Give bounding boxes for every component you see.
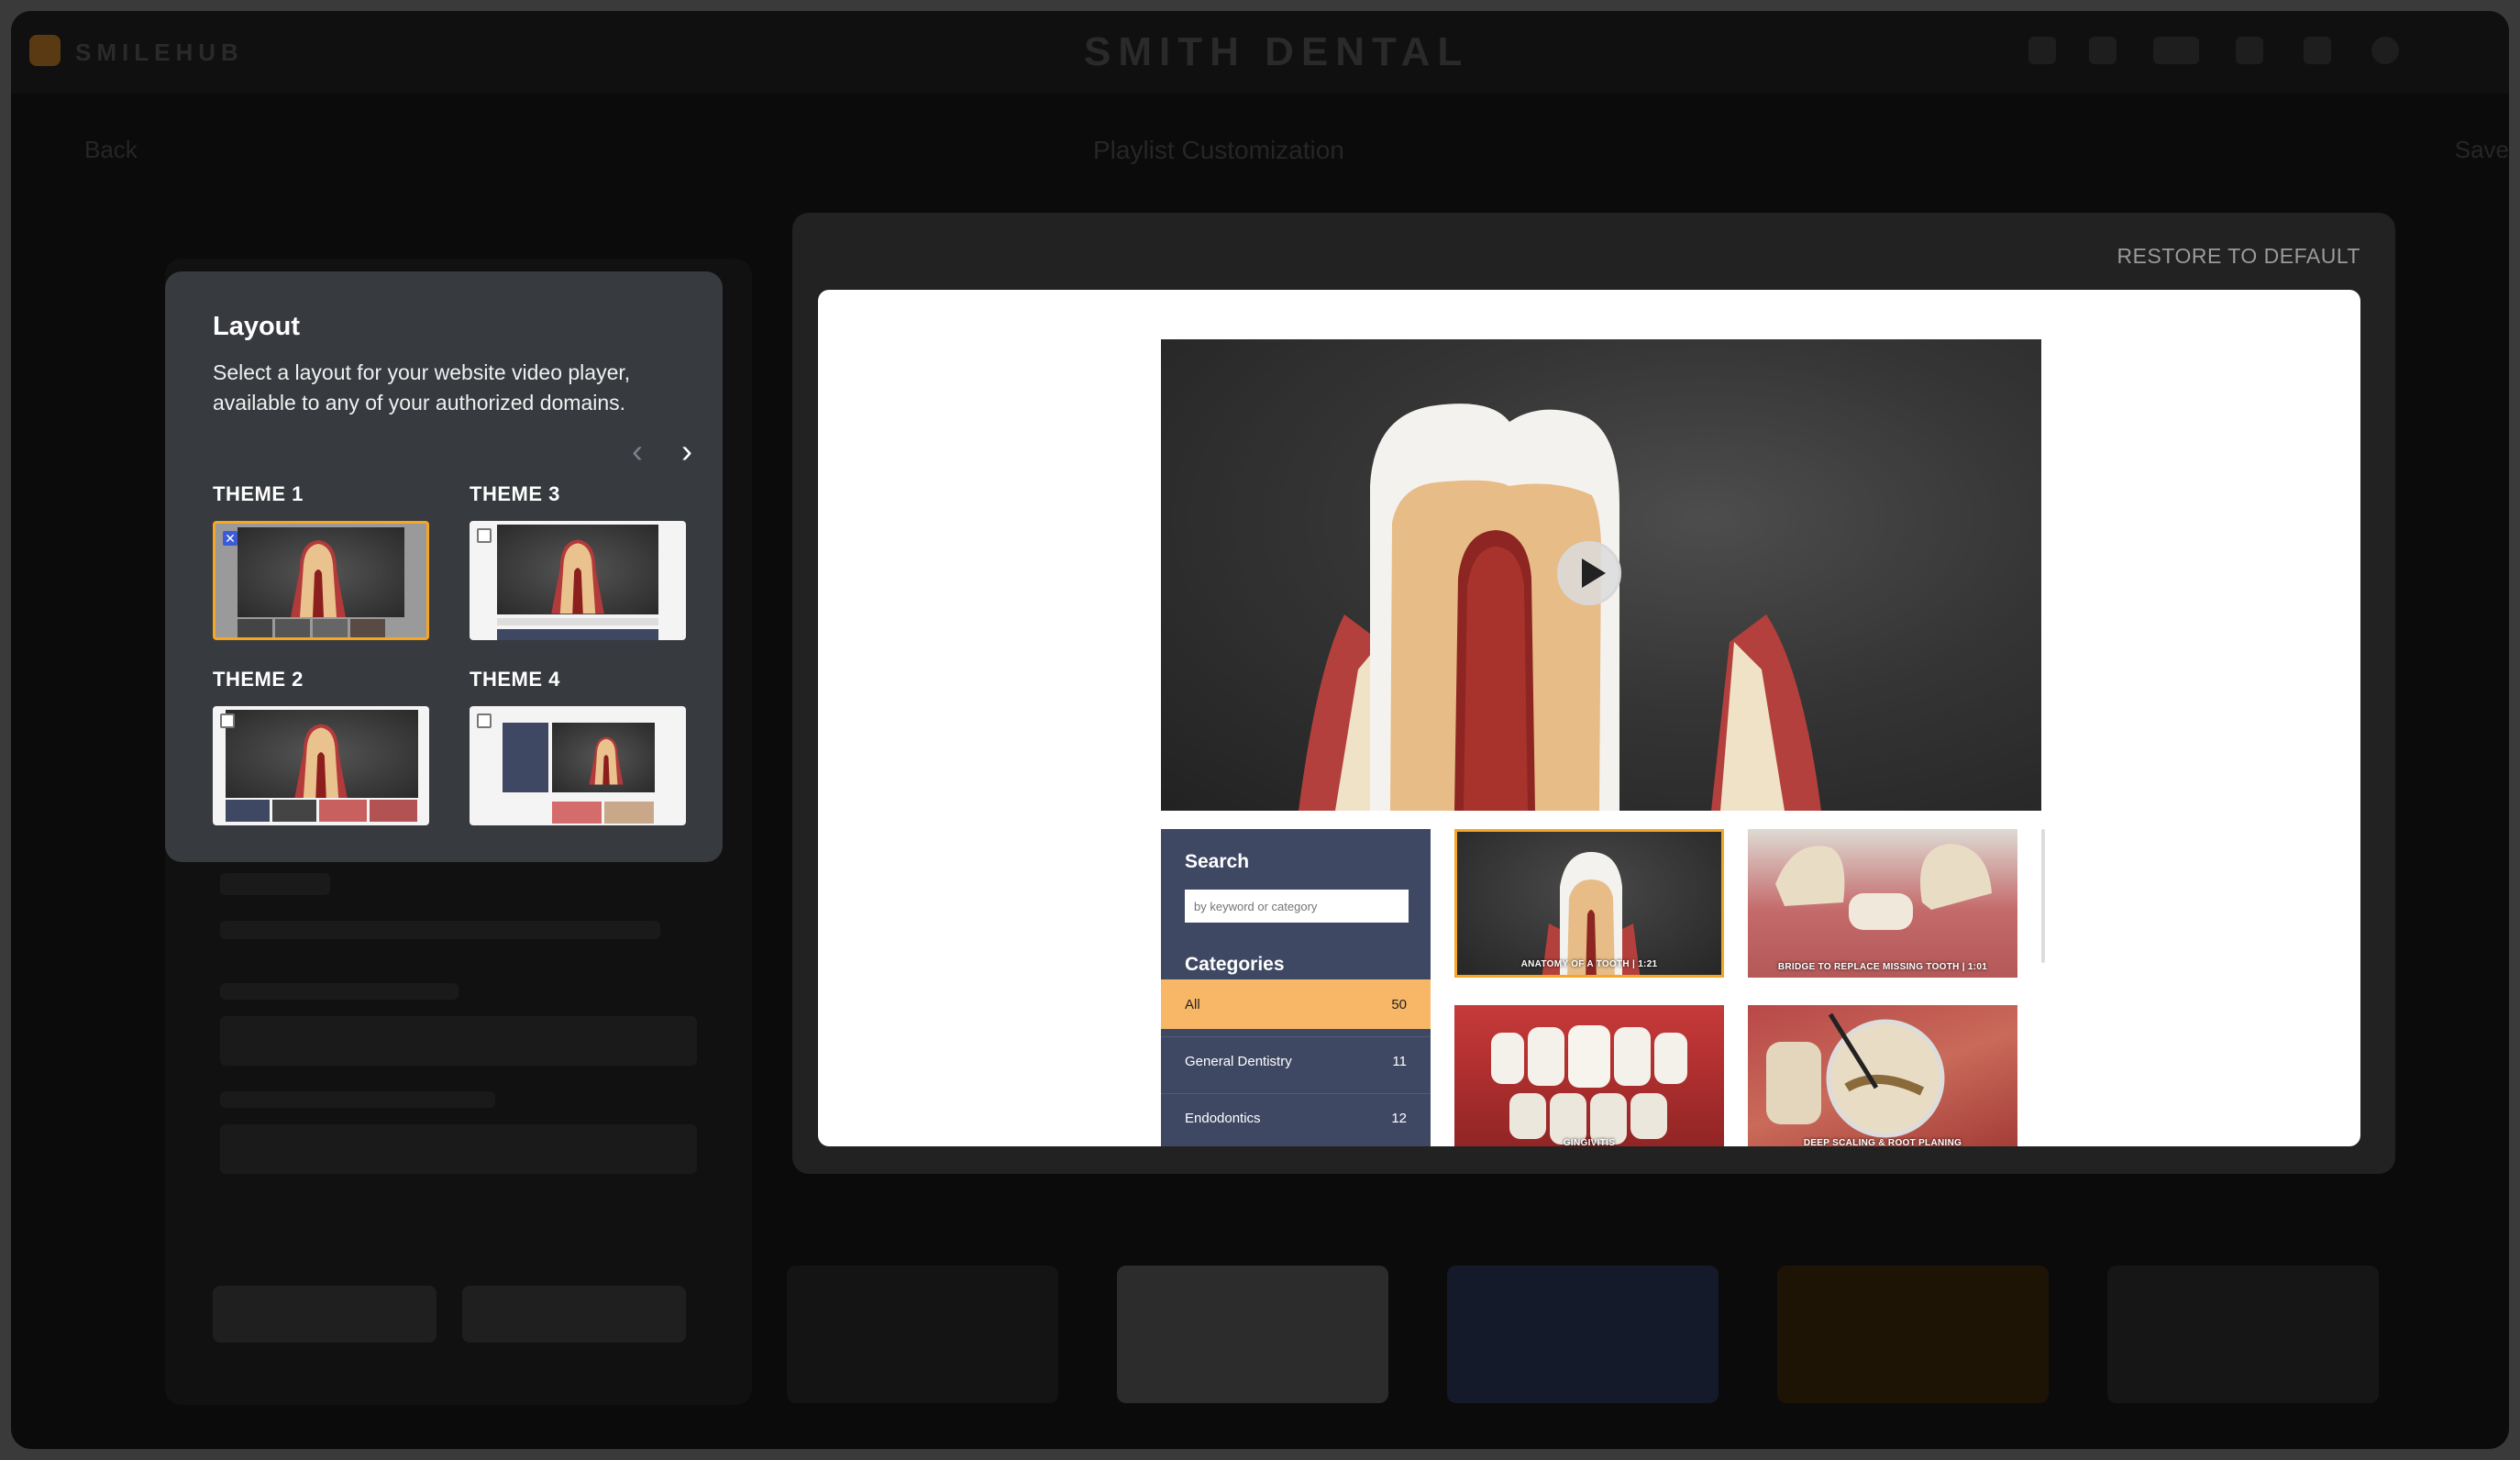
color-card [1447, 1266, 1719, 1403]
theme-1-card[interactable]: ✕ [213, 521, 429, 640]
color-card [2107, 1266, 2379, 1403]
category-name: General Dentistry [1185, 1054, 1292, 1069]
preview-frame: RESTORE TO DEFAULT Search by keyword or … [792, 213, 2395, 1174]
nav-icon-3[interactable] [2153, 37, 2199, 64]
bg-placeholder [220, 1124, 697, 1174]
player-preview-canvas: Search Categories All 50 General Dentist… [818, 290, 2360, 1146]
bg-button-2 [462, 1286, 686, 1343]
chevron-left-icon[interactable]: ‹ [624, 435, 651, 468]
gingivitis-thumbnail-image [1491, 1025, 1687, 1145]
account-icon[interactable] [2371, 37, 2399, 64]
theme-2-checkbox[interactable] [220, 713, 235, 728]
search-panel: Search Categories All 50 General Dentist… [1161, 829, 1431, 1146]
video-thumbnail-bridge[interactable]: BRIDGE TO REPLACE MISSING TOOTH | 1:01 [1748, 829, 2017, 978]
category-name: Endodontics [1185, 1111, 1261, 1126]
bg-placeholder [220, 873, 330, 895]
nav-icon-2[interactable] [2089, 37, 2117, 64]
theme-4-checkbox[interactable] [477, 713, 492, 728]
bg-placeholder [220, 921, 660, 939]
play-icon[interactable] [1557, 541, 1621, 605]
video-thumbnail-anatomy[interactable]: ANATOMY OF A TOOTH | 1:21 [1454, 829, 1724, 978]
back-link[interactable]: Back [84, 136, 138, 164]
category-general-dentistry[interactable]: General Dentistry 11 [1161, 1036, 1431, 1086]
video-thumbnail-gingivitis[interactable]: GINGIVITIS [1454, 1005, 1724, 1146]
site-title: SMITH DENTAL [1084, 29, 1470, 74]
theme-4-label: THEME 4 [470, 668, 560, 691]
page-title: Playlist Customization [1093, 136, 1344, 164]
nav-icon-1[interactable] [2028, 37, 2056, 64]
theme-3-search-bar [497, 618, 658, 625]
color-card [1117, 1266, 1388, 1403]
theme-4-thumbnails [552, 802, 654, 824]
video-title: BRIDGE TO REPLACE MISSING TOOTH | 1:01 [1777, 962, 1988, 972]
category-all[interactable]: All 50 [1161, 979, 1431, 1029]
color-card [1777, 1266, 2049, 1403]
layout-title: Layout [213, 312, 301, 341]
restore-default-button[interactable]: RESTORE TO DEFAULT [2117, 244, 2360, 269]
theme-3-label: THEME 3 [470, 482, 560, 505]
video-thumbnail-deep-scaling[interactable]: DEEP SCALING & ROOT PLANING [1748, 1005, 2017, 1146]
category-count: 50 [1391, 996, 1407, 1012]
layout-panel: Layout Select a layout for your website … [165, 271, 723, 862]
category-count: 11 [1392, 1054, 1407, 1069]
categories-title: Categories [1185, 954, 1285, 975]
brand-name: SMILEHUB [75, 39, 244, 66]
bg-button-1 [213, 1286, 437, 1343]
theme-1-label: THEME 1 [213, 482, 304, 505]
deep-scaling-thumbnail-image [1766, 1012, 1945, 1138]
search-title: Search [1185, 851, 1250, 872]
app-window: SMILEHUB SMITH DENTAL Back Playlist Cust… [11, 11, 2509, 1449]
theme-4-card[interactable] [470, 706, 686, 825]
theme-2-label: THEME 2 [213, 668, 304, 691]
theme-1-thumbnails [238, 619, 385, 637]
thumbnail-scrollbar[interactable] [2041, 829, 2045, 963]
layout-description: Select a layout for your website video p… [213, 360, 631, 415]
bg-placeholder [220, 1091, 495, 1108]
video-title: GINGIVITIS [1563, 1138, 1616, 1146]
theme-3-card[interactable] [470, 521, 686, 640]
top-navigation-bar: SMILEHUB SMITH DENTAL [11, 11, 2509, 94]
save-link[interactable]: Save [2455, 136, 2509, 164]
theme-2-card[interactable] [213, 706, 429, 825]
tooth-thumbnail-icon [589, 736, 624, 785]
video-title: DEEP SCALING & ROOT PLANING [1803, 1138, 1962, 1146]
chevron-right-icon[interactable]: › [673, 435, 701, 468]
tooth-thumbnail-icon [294, 724, 348, 798]
color-card [787, 1266, 1058, 1403]
brand-logo-icon [29, 35, 61, 66]
theme-3-checkbox[interactable] [477, 528, 492, 543]
main-video-player[interactable] [1161, 339, 2041, 811]
nav-icon-4[interactable] [2236, 37, 2263, 64]
theme-4-sidebar [503, 723, 548, 792]
theme-1-checkbox[interactable]: ✕ [223, 531, 238, 546]
video-title: ANATOMY OF A TOOTH | 1:21 [1520, 959, 1658, 969]
category-endodontics[interactable]: Endodontics 12 [1161, 1093, 1431, 1143]
search-input[interactable] [1185, 890, 1409, 923]
bg-placeholder [220, 983, 459, 1000]
tooth-thumbnail-icon [551, 539, 604, 614]
category-name: All [1185, 996, 1200, 1012]
bg-placeholder [220, 1016, 697, 1066]
theme-3-category-bar [497, 629, 658, 640]
category-count: 12 [1391, 1111, 1407, 1126]
tooth-thumbnail-icon [291, 540, 346, 617]
theme-2-thumbnails [226, 800, 417, 822]
bridge-thumbnail-image [1775, 844, 1992, 930]
nav-icon-5[interactable] [2304, 37, 2331, 64]
tooth-thumbnail-image [1542, 852, 1641, 975]
